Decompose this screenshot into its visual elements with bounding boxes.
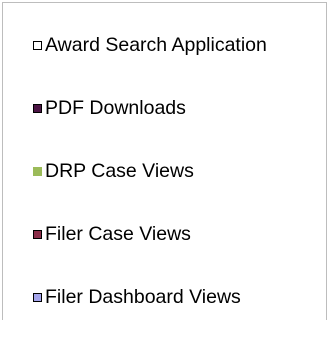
- chart-legend: Award Search Application PDF Downloads D…: [2, 2, 327, 320]
- legend-label-drp-case-views: DRP Case Views: [45, 160, 194, 182]
- legend-label-pdf-downloads: PDF Downloads: [45, 97, 186, 119]
- legend-swatch-filer-case-views: [33, 229, 42, 239]
- legend-label-filer-case-views: Filer Case Views: [45, 223, 191, 245]
- legend-entry-drp-case-views: DRP Case Views: [33, 159, 267, 183]
- legend-list: Award Search Application PDF Downloads D…: [33, 33, 267, 348]
- legend-entry-award-search-application: Award Search Application: [33, 33, 267, 57]
- legend-entry-pdf-downloads: PDF Downloads: [33, 96, 267, 120]
- legend-swatch-pdf-downloads: [33, 103, 42, 113]
- legend-swatch-award-search-application: [33, 40, 42, 50]
- legend-swatch-filer-dashboard-views: [33, 292, 42, 302]
- legend-entry-filer-dashboard-views: Filer Dashboard Views: [33, 285, 267, 309]
- legend-swatch-drp-case-views: [33, 166, 42, 176]
- legend-label-filer-dashboard-views: Filer Dashboard Views: [45, 286, 241, 308]
- legend-label-award-search-application: Award Search Application: [45, 34, 267, 56]
- legend-entry-filer-case-views: Filer Case Views: [33, 222, 267, 246]
